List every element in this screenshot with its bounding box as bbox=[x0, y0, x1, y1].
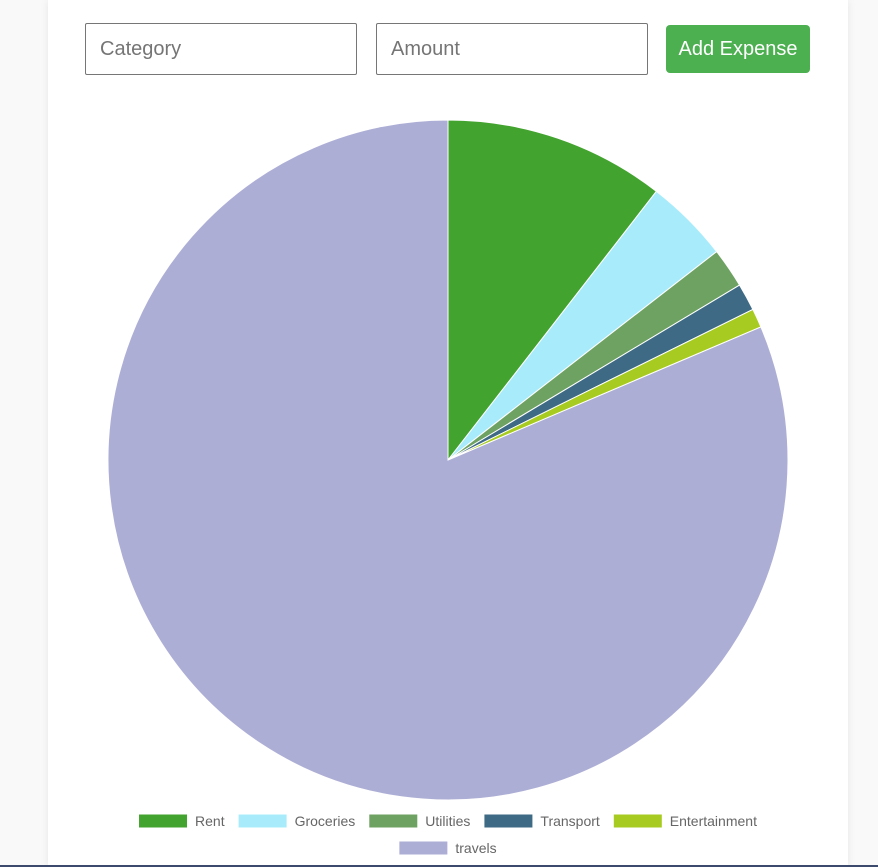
legend-swatch bbox=[613, 814, 662, 828]
legend-label: Utilities bbox=[425, 813, 470, 829]
legend-item-transport[interactable]: Transport bbox=[484, 813, 600, 829]
legend-label: Transport bbox=[540, 813, 600, 829]
legend-item-travels[interactable]: travels bbox=[399, 840, 497, 856]
expense-pie-chart: Rent Groceries Utilities Transport Entertain… bbox=[107, 119, 789, 856]
legend-item-groceries[interactable]: Groceries bbox=[238, 813, 356, 829]
pie-slices bbox=[107, 119, 789, 801]
chart-legend: Rent Groceries Utilities Transport Entertain… bbox=[139, 813, 757, 856]
legend-swatch bbox=[238, 814, 287, 828]
legend-swatch bbox=[369, 814, 418, 828]
legend-label: travels bbox=[455, 840, 496, 856]
legend-item-entertainment[interactable]: Entertainment bbox=[613, 813, 757, 829]
legend-label: Rent bbox=[195, 813, 225, 829]
legend-item-utilities[interactable]: Utilities bbox=[369, 813, 470, 829]
legend-label: Entertainment bbox=[670, 813, 757, 829]
legend-swatch bbox=[139, 814, 188, 828]
legend-swatch bbox=[484, 814, 533, 828]
legend-label: Groceries bbox=[295, 813, 356, 829]
legend-swatch bbox=[399, 841, 448, 855]
legend-item-rent[interactable]: Rent bbox=[139, 813, 225, 829]
